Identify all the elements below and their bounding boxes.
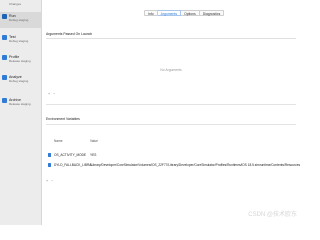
section-divider	[46, 104, 296, 105]
env-name[interactable]: DYLD_FALLBACK_LIBRA...	[54, 163, 94, 167]
sidebar-item-build[interactable]: Changes	[0, 0, 42, 7]
sidebar-item-subtitle: Debug staging	[9, 39, 29, 43]
env-add-remove-buttons[interactable]: + −	[46, 179, 54, 183]
sidebar-item-subtitle: Release staging	[9, 59, 31, 63]
sidebar-item-run[interactable]: Run Debug staging	[0, 12, 42, 28]
env-row[interactable]: DYLD_FALLBACK_LIBRA... /Library/Develope…	[46, 161, 300, 169]
tab-arguments[interactable]: Arguments	[157, 10, 182, 16]
arguments-add-remove-buttons[interactable]: + −	[48, 92, 56, 96]
env-panel-top-border	[46, 124, 296, 125]
sidebar-item-label: Profile	[9, 54, 20, 59]
sidebar-item-subtitle: Release staging	[9, 102, 31, 106]
sidebar-item-analyze[interactable]: Analyze Debug staging	[0, 73, 42, 89]
archive-icon	[2, 98, 7, 103]
arguments-section-title: Arguments Passed On Launch	[46, 32, 93, 36]
sidebar-item-subtitle: Debug staging	[9, 18, 29, 22]
sidebar-item-archive[interactable]: Archive Release staging	[0, 96, 42, 112]
tab-diagnostics[interactable]: Diagnostics	[199, 10, 225, 16]
env-name[interactable]: OS_ACTIVITY_MODE	[54, 153, 86, 157]
sidebar-item-subtitle: Debug staging	[9, 79, 29, 83]
tab-bar: Info Arguments Options Diagnostics	[144, 10, 225, 16]
sidebar-item-label: Archive	[9, 97, 21, 102]
watermark: CSDN @技术欧东	[248, 212, 297, 218]
env-row[interactable]: OS_ACTIVITY_MODE YES	[46, 151, 296, 159]
sidebar-item-label: Run	[9, 13, 16, 18]
env-section-title: Environment Variables	[46, 117, 80, 121]
sidebar-item-subtitle: Changes	[9, 1, 22, 6]
scheme-editor-main: Info Arguments Options Diagnostics Argum…	[42, 0, 300, 225]
env-enabled-checkbox[interactable]	[48, 163, 51, 167]
tab-info[interactable]: Info	[144, 10, 158, 16]
no-arguments-text: No Arguments	[160, 68, 182, 72]
test-icon	[2, 35, 7, 40]
analyze-icon	[2, 75, 7, 80]
env-column-value[interactable]: Value	[90, 139, 98, 143]
run-icon	[2, 14, 7, 19]
env-enabled-checkbox[interactable]	[48, 153, 51, 157]
profile-icon	[2, 55, 7, 60]
sidebar-item-profile[interactable]: Profile Release staging	[0, 53, 42, 69]
env-value[interactable]: /Library/Developer/CoreSimulator/Volumes…	[90, 163, 300, 167]
scheme-sidebar: Changes Run Debug staging Test Debug sta…	[0, 0, 42, 225]
tab-options[interactable]: Options	[181, 10, 200, 16]
sidebar-item-test[interactable]: Test Debug staging	[0, 33, 42, 49]
sidebar-item-label: Test	[9, 34, 16, 39]
sidebar-item-label: Analyze	[9, 74, 22, 79]
env-value[interactable]: YES	[90, 153, 300, 157]
arguments-list[interactable]: No Arguments + −	[46, 38, 296, 96]
env-column-name[interactable]: Name	[54, 139, 63, 143]
